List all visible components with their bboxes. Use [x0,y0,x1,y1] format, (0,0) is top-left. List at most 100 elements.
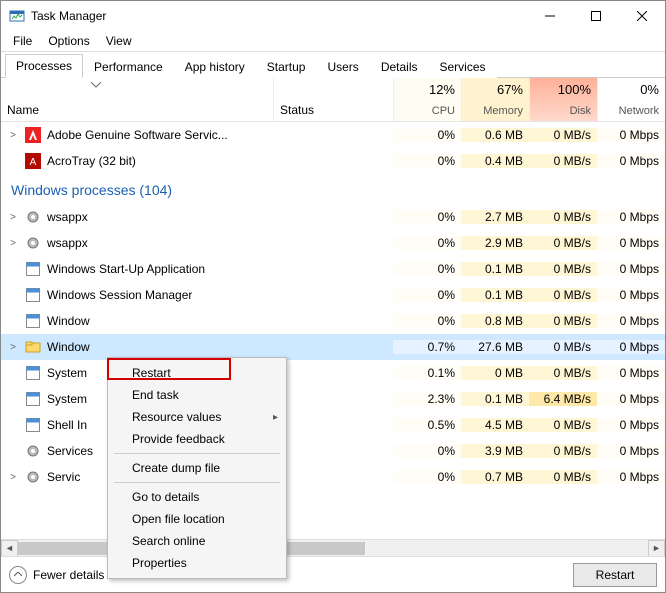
horizontal-scrollbar[interactable]: ◄ ► [1,539,665,556]
tab-performance[interactable]: Performance [83,55,174,78]
menu-options[interactable]: Options [40,32,97,50]
column-header-cpu[interactable]: 12% CPU [393,78,461,121]
menu-file[interactable]: File [5,32,40,50]
restart-button-label: Restart [596,568,635,582]
context-menu-go-to-details[interactable]: Go to details [108,486,286,508]
cell-memory: 3.9 MB [461,444,529,458]
maximize-button[interactable] [573,1,619,31]
cell-memory: 2.7 MB [461,210,529,224]
process-name: Window [47,314,90,328]
cell-cpu: 0.1% [393,366,461,380]
column-header-status[interactable]: Status [273,78,393,121]
cell-network: 0 Mbps [597,340,665,354]
cell-memory: 0.1 MB [461,262,529,276]
table-row[interactable]: >wsappx0%2.9 MB0 MB/s0 Mbps [1,230,665,256]
cell-network: 0 Mbps [597,288,665,302]
menubar: File Options View [1,31,665,51]
context-menu-restart[interactable]: Restart [108,362,286,384]
tab-strip: Processes Performance App history Startu… [1,52,665,78]
fewer-details-toggle[interactable]: Fewer details [9,566,104,584]
cell-cpu: 0% [393,128,461,142]
expand-icon[interactable]: > [7,342,19,353]
table-row[interactable]: >Windows Start-Up Application0%0.1 MB0 M… [1,256,665,282]
cell-disk: 6.4 MB/s [529,392,597,406]
cell-network: 0 Mbps [597,262,665,276]
cell-disk: 0 MB/s [529,470,597,484]
tab-app-history[interactable]: App history [174,55,256,78]
table-row[interactable]: >System0.1%0 MB0 MB/s0 Mbps [1,360,665,386]
column-header-name[interactable]: Name [1,78,273,121]
process-icon [25,127,41,143]
tab-services[interactable]: Services [429,55,497,78]
cell-disk: 0 MB/s [529,154,597,168]
tab-users[interactable]: Users [316,55,369,78]
tab-processes[interactable]: Processes [5,54,83,78]
cell-network: 0 Mbps [597,128,665,142]
cell-cpu: 0% [393,314,461,328]
minimize-button[interactable] [527,1,573,31]
expand-icon[interactable]: > [7,472,19,483]
fewer-details-label: Fewer details [33,568,104,582]
scroll-right-arrow-icon[interactable]: ► [648,540,665,557]
submenu-arrow-icon: ▸ [273,412,278,423]
restart-button[interactable]: Restart [573,563,657,587]
cell-cpu: 0% [393,262,461,276]
cpu-percent: 12% [429,82,455,97]
table-row[interactable]: >Window0.7%27.6 MB0 MB/s0 Mbps [1,334,665,360]
context-menu-properties[interactable]: Properties [108,552,286,574]
process-icon [25,313,41,329]
column-header-memory[interactable]: 67% Memory [461,78,529,121]
cell-disk: 0 MB/s [529,418,597,432]
context-menu-create-dump[interactable]: Create dump file [108,457,286,479]
process-icon [25,365,41,381]
cell-cpu: 0% [393,210,461,224]
network-label: Network [619,105,659,117]
sort-indicator-icon [91,82,101,88]
process-name: Windows Start-Up Application [47,262,205,276]
titlebar: Task Manager [1,1,665,31]
table-row[interactable]: >wsappx0%2.7 MB0 MB/s0 Mbps [1,204,665,230]
cell-cpu: 2.3% [393,392,461,406]
close-button[interactable] [619,1,665,31]
cell-network: 0 Mbps [597,210,665,224]
expand-icon[interactable]: > [7,238,19,249]
cell-cpu: 0% [393,236,461,250]
cell-memory: 27.6 MB [461,340,529,354]
table-row[interactable]: >Adobe Genuine Software Servic...0%0.6 M… [1,122,665,148]
tab-startup[interactable]: Startup [256,55,317,78]
tab-details[interactable]: Details [370,55,429,78]
process-icon [25,339,41,355]
process-name: System [47,366,87,380]
cell-network: 0 Mbps [597,314,665,328]
table-row[interactable]: >Services0%3.9 MB0 MB/s0 Mbps [1,438,665,464]
scroll-left-arrow-icon[interactable]: ◄ [1,540,18,557]
context-menu-search-online[interactable]: Search online [108,530,286,552]
process-table: Name Status 12% CPU 67% Memory 100% Disk… [1,78,665,539]
table-row[interactable]: >Servic0%0.7 MB0 MB/s0 Mbps [1,464,665,490]
cell-disk: 0 MB/s [529,340,597,354]
table-row[interactable]: >AAcroTray (32 bit)0%0.4 MB0 MB/s0 Mbps [1,148,665,174]
context-menu-resource-values[interactable]: Resource values▸ [108,406,286,428]
cell-network: 0 Mbps [597,366,665,380]
context-menu-end-task[interactable]: End task [108,384,286,406]
expand-icon[interactable]: > [7,212,19,223]
column-status-label: Status [280,103,314,117]
table-row[interactable]: >Window0%0.8 MB0 MB/s0 Mbps [1,308,665,334]
process-name: System [47,392,87,406]
cell-cpu: 0% [393,288,461,302]
process-icon: A [25,153,41,169]
column-header-network[interactable]: 0% Network [597,78,665,121]
process-name: wsappx [47,210,88,224]
cell-memory: 4.5 MB [461,418,529,432]
footer: Fewer details Restart [1,556,665,592]
table-row[interactable]: >Shell In0.5%4.5 MB0 MB/s0 Mbps [1,412,665,438]
menu-view[interactable]: View [98,32,140,50]
table-row[interactable]: >System2.3%0.1 MB6.4 MB/s0 Mbps [1,386,665,412]
process-name: AcroTray (32 bit) [47,154,136,168]
expand-icon[interactable]: > [7,130,19,141]
process-icon [25,235,41,251]
table-row[interactable]: >Windows Session Manager0%0.1 MB0 MB/s0 … [1,282,665,308]
column-header-disk[interactable]: 100% Disk [529,78,597,121]
context-menu-open-file-location[interactable]: Open file location [108,508,286,530]
context-menu-provide-feedback[interactable]: Provide feedback [108,428,286,450]
